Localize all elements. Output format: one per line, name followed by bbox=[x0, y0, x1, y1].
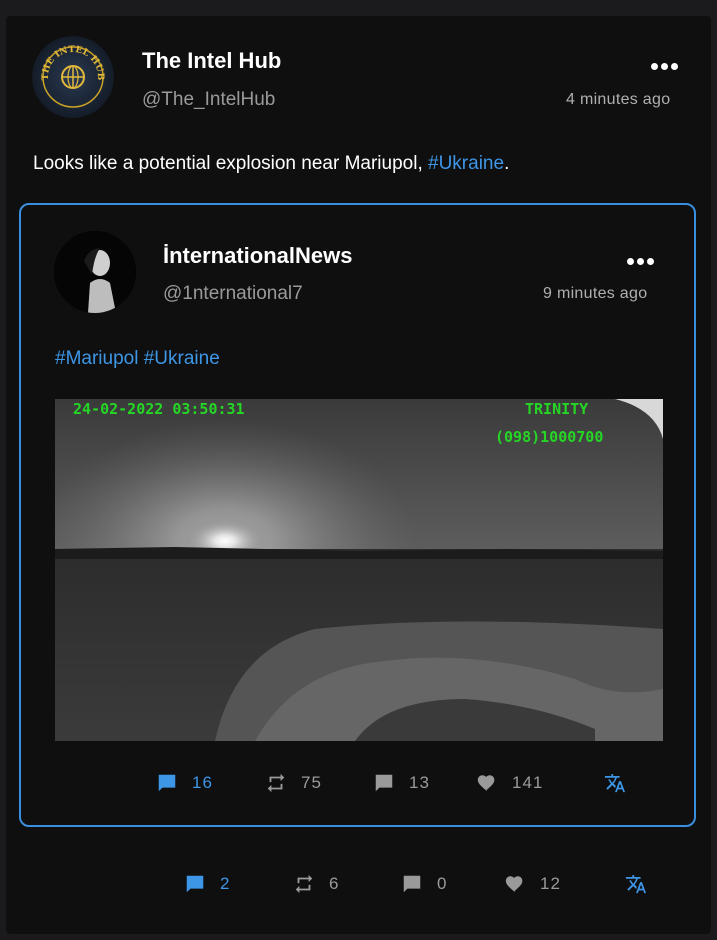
hashtag-mariupol[interactable]: #Mariupol bbox=[55, 348, 138, 369]
quoted-more-options-button[interactable] bbox=[627, 252, 657, 270]
svg-text:TRINITY: TRINITY bbox=[525, 400, 588, 418]
svg-text:(098)1000700: (098)1000700 bbox=[495, 428, 603, 446]
author-handle[interactable]: @The_IntelHub bbox=[142, 89, 275, 111]
quoted-translate-button[interactable] bbox=[604, 772, 626, 794]
translate-icon bbox=[625, 875, 647, 894]
more-options-button[interactable] bbox=[651, 57, 681, 75]
reply-bubble-icon bbox=[158, 774, 176, 792]
comment-button[interactable]: 0 bbox=[401, 873, 447, 895]
post-text: Looks like a potential explosion near Ma… bbox=[33, 153, 509, 175]
post-timestamp: 4 minutes ago bbox=[566, 91, 671, 108]
heart-icon bbox=[477, 775, 495, 792]
svg-text:24-02-2022 03:50:31: 24-02-2022 03:50:31 bbox=[73, 400, 245, 418]
repost-icon bbox=[295, 874, 313, 894]
quoted-repost-button[interactable]: 75 bbox=[265, 772, 322, 794]
repost-icon bbox=[267, 773, 285, 793]
quoted-media-image[interactable]: 24-02-2022 03:50:31 TRINITY (098)1000700 bbox=[55, 399, 663, 741]
reply-count: 2 bbox=[220, 874, 231, 893]
translate-button[interactable] bbox=[625, 873, 647, 895]
author-avatar[interactable]: THE INTEL HUB bbox=[32, 36, 114, 118]
quoted-timestamp: 9 minutes ago bbox=[543, 285, 648, 302]
repost-button[interactable]: 6 bbox=[293, 873, 339, 895]
repost-count: 6 bbox=[329, 874, 340, 893]
hashtag-ukraine[interactable]: #Ukraine bbox=[144, 348, 220, 369]
hashtag-link[interactable]: #Ukraine bbox=[428, 153, 504, 174]
post-card: THE INTEL HUB The Intel Hub @The_IntelHu… bbox=[6, 16, 711, 934]
translate-icon bbox=[604, 774, 626, 793]
quoted-repost-count: 75 bbox=[301, 773, 322, 792]
quoted-comment-count: 13 bbox=[409, 773, 430, 792]
quoted-post[interactable]: İnternationalNews @1nternational7 9 minu… bbox=[19, 203, 696, 827]
reply-button[interactable]: 2 bbox=[184, 873, 230, 895]
quoted-reply-button[interactable]: 16 bbox=[156, 772, 213, 794]
post-text-end: . bbox=[504, 153, 510, 174]
quoted-comment-button[interactable]: 13 bbox=[373, 772, 430, 794]
quoted-hashtags: #Mariupol #Ukraine bbox=[55, 348, 220, 370]
quoted-author-handle[interactable]: @1nternational7 bbox=[163, 283, 303, 305]
like-button[interactable]: 12 bbox=[504, 873, 561, 895]
quoted-reply-count: 16 bbox=[192, 773, 213, 792]
reply-bubble-icon bbox=[186, 875, 204, 893]
comment-icon bbox=[375, 774, 393, 792]
heart-icon bbox=[505, 876, 523, 893]
quoted-like-button[interactable]: 141 bbox=[476, 772, 543, 794]
like-count: 12 bbox=[540, 874, 561, 893]
post-text-body: Looks like a potential explosion near Ma… bbox=[33, 153, 429, 174]
quoted-author-name[interactable]: İnternationalNews bbox=[163, 243, 352, 269]
quoted-author-avatar[interactable] bbox=[54, 231, 136, 313]
quoted-like-count: 141 bbox=[512, 773, 544, 792]
comment-icon bbox=[403, 875, 421, 893]
author-name[interactable]: The Intel Hub bbox=[142, 48, 281, 74]
comment-count: 0 bbox=[437, 874, 448, 893]
